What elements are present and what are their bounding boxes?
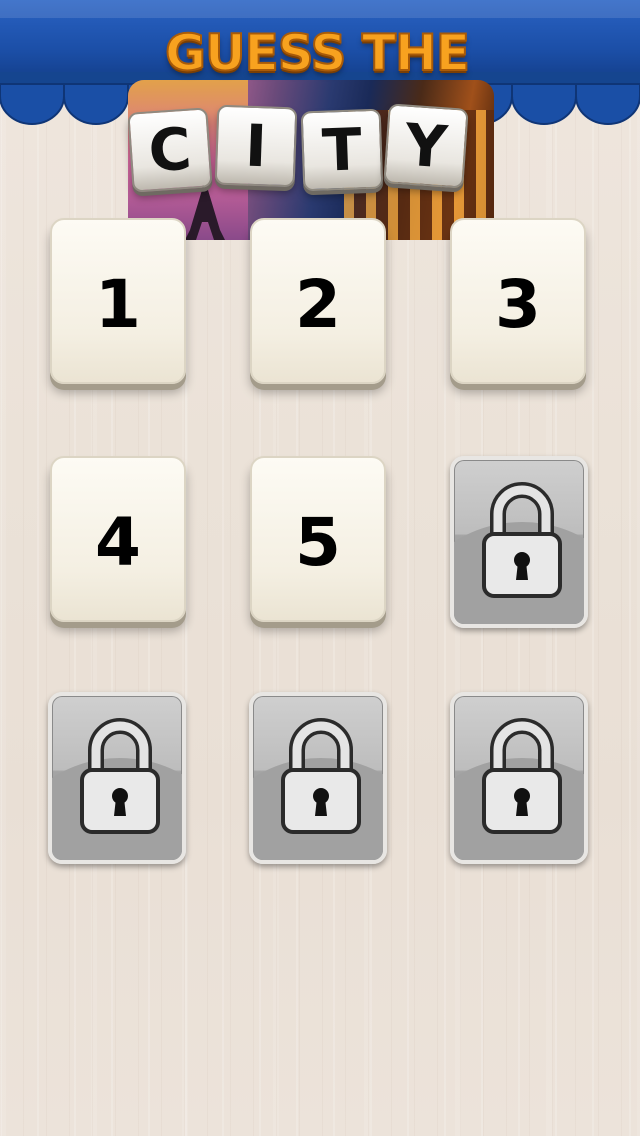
level-2-button[interactable]: 2	[250, 218, 386, 384]
level-4-button[interactable]: 4	[50, 456, 186, 622]
padlock-icon	[482, 482, 562, 598]
level-3-button[interactable]: 3	[450, 218, 586, 384]
level-number: 3	[495, 266, 541, 343]
level-9-locked[interactable]	[450, 692, 588, 864]
game-logo: GUESS THE C I T Y	[120, 18, 500, 248]
title-letter-c: C	[127, 107, 213, 193]
title-letter-i: I	[214, 104, 298, 188]
title-letter-y: Y	[383, 103, 469, 189]
level-number: 4	[95, 504, 141, 581]
padlock-icon	[281, 718, 361, 834]
level-number: 2	[295, 266, 341, 343]
level-5-button[interactable]: 5	[250, 456, 386, 622]
level-6-locked[interactable]	[450, 456, 588, 628]
level-number: 1	[95, 266, 141, 343]
level-8-locked[interactable]	[249, 692, 387, 864]
title-line-1: GUESS THE	[164, 23, 471, 83]
level-7-locked[interactable]	[48, 692, 186, 864]
title-letter-t: T	[300, 108, 384, 192]
level-1-button[interactable]: 1	[50, 218, 186, 384]
padlock-icon	[482, 718, 562, 834]
padlock-icon	[80, 718, 160, 834]
level-number: 5	[295, 504, 341, 581]
